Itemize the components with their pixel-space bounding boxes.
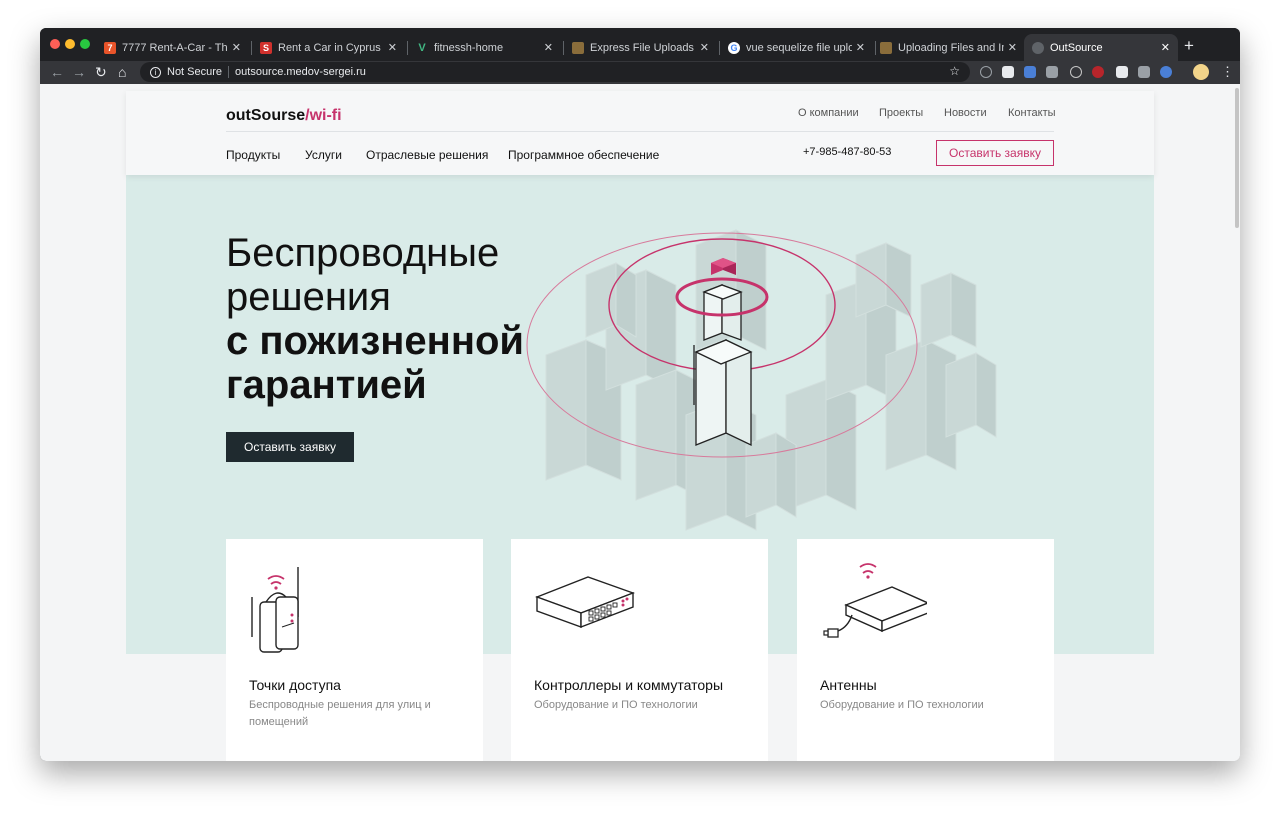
product-card[interactable]: Точки доступа Беспроводные решения для у… (226, 539, 483, 761)
browser-tab[interactable]: G vue sequelize file upload - П ✕ (720, 34, 873, 61)
hero-title-line: с пожизненной (226, 319, 525, 363)
access-point-icon (251, 567, 299, 653)
hero-request-button[interactable]: Оставить заявку (226, 432, 354, 462)
tab-close-icon[interactable]: ✕ (856, 41, 865, 54)
browser-tab[interactable]: 7 7777 Rent-A-Car - The best ✕ (96, 34, 249, 61)
tab-title: fitnessh-home (434, 41, 504, 54)
omnibox-separator (228, 66, 230, 78)
top-nav-link[interactable]: Проекты (879, 107, 923, 119)
extension-icon[interactable] (1116, 66, 1128, 78)
reload-icon[interactable]: ↻ (95, 64, 107, 80)
site-header: outSourse/wi-fi О компании Проекты Новос… (126, 91, 1154, 175)
extension-icon[interactable] (1160, 66, 1172, 78)
product-card[interactable]: Контроллеры и коммутаторы Оборудование и… (511, 539, 768, 761)
tab-close-icon[interactable]: ✕ (1008, 41, 1017, 54)
tab-close-icon[interactable]: ✕ (388, 41, 397, 54)
antenna-icon (823, 563, 927, 638)
hero-title-line: гарантией (226, 363, 427, 407)
logo-main-text: outSourse (226, 107, 306, 124)
tab-favicon-icon (880, 41, 892, 54)
profile-avatar[interactable] (1193, 64, 1209, 80)
product-card[interactable]: Антенны Оборудование и ПО технологии (797, 539, 1054, 761)
tab-favicon-icon: S (260, 41, 272, 54)
tab-close-icon[interactable]: ✕ (700, 41, 709, 54)
tab-title: Rent a Car in Cyprus - Steve (278, 41, 384, 54)
top-nav-link[interactable]: О компании (798, 107, 859, 119)
address-bar[interactable]: i Not Secure outsource.medov-sergei.ru ☆ (140, 62, 970, 82)
home-icon[interactable]: ⌂ (118, 64, 126, 80)
top-nav-link[interactable]: Новости (944, 107, 987, 119)
top-nav-link[interactable]: Контакты (1008, 107, 1056, 119)
minimize-window-icon[interactable] (65, 39, 75, 49)
scrollbar-thumb[interactable] (1235, 88, 1239, 228)
drive-icon[interactable] (1138, 66, 1150, 78)
url-text[interactable]: outsource.medov-sergei.ru (235, 66, 366, 78)
tab-favicon-icon: V (418, 41, 426, 54)
security-label: Not Secure (167, 66, 223, 78)
tab-close-icon[interactable]: ✕ (1161, 41, 1170, 54)
pocket-icon[interactable] (1002, 66, 1014, 78)
tab-title: vue sequelize file upload - П (746, 41, 852, 54)
close-window-icon[interactable] (50, 39, 60, 49)
extension-info-icon[interactable] (980, 66, 992, 78)
main-nav-link[interactable]: Отраслевые решения (366, 148, 488, 162)
browser-window: 7 7777 Rent-A-Car - The best ✕ S Rent a … (40, 28, 1240, 761)
site: Беспроводные решения с пожизненной гаран… (126, 84, 1154, 761)
page-scrollbar[interactable] (1234, 84, 1240, 761)
browser-tab[interactable]: S Rent a Car in Cyprus - Steve ✕ (252, 34, 405, 61)
tab-favicon-icon (1032, 41, 1044, 54)
switch-icon (535, 576, 635, 629)
site-logo[interactable]: outSourse/wi-fi (226, 107, 342, 125)
browser-tab[interactable]: Express File Uploads with M ✕ (564, 34, 717, 61)
main-nav-link[interactable]: Программное обеспечение (508, 148, 659, 162)
tab-bar: 7 7777 Rent-A-Car - The best ✕ S Rent a … (40, 28, 1240, 61)
back-arrow-icon[interactable]: ← (50, 64, 64, 80)
vue-devtools-icon[interactable] (1046, 66, 1058, 78)
phone-number[interactable]: +7-985-487-80-53 (803, 146, 891, 158)
browser-toolbar: ← → ↻ ⌂ i Not Secure outsource.medov-ser… (40, 61, 1240, 84)
hero-title-line: Беспроводные (226, 231, 500, 275)
react-devtools-icon[interactable] (1070, 66, 1082, 78)
main-nav-link[interactable]: Услуги (305, 148, 342, 162)
tab-close-icon[interactable]: ✕ (232, 41, 241, 54)
hero-title: Беспроводные решения с пожизненной гаран… (226, 231, 524, 407)
forward-arrow-icon[interactable]: → (72, 64, 86, 80)
menu-kebab-icon[interactable]: ⋮ (1221, 64, 1234, 80)
new-tab-icon[interactable]: + (1184, 36, 1194, 56)
ublock-icon[interactable] (1092, 66, 1104, 78)
card-title: Антенны (820, 677, 877, 693)
wireless-city-illustration (526, 229, 997, 531)
tab-title: Uploading Files and Images (898, 41, 1004, 54)
card-description: Оборудование и ПО технологии (534, 699, 698, 711)
zoom-window-icon[interactable] (80, 39, 90, 49)
tab-favicon-icon: G (728, 41, 740, 54)
card-description: Беспроводные решения для улиц и помещени… (249, 699, 431, 728)
tab-title: Express File Uploads with M (590, 41, 696, 54)
card-description: Оборудование и ПО технологии (820, 699, 984, 711)
hero-title-line: решения (226, 275, 391, 319)
card-title: Точки доступа (249, 677, 341, 693)
tab-favicon-icon (572, 41, 584, 54)
info-icon[interactable]: i (150, 66, 161, 78)
page-viewport: Беспроводные решения с пожизненной гаран… (40, 84, 1240, 761)
tab-title: 7777 Rent-A-Car - The best (122, 41, 228, 54)
browser-tab-active[interactable]: OutSource ✕ (1024, 34, 1178, 61)
header-request-button[interactable]: Оставить заявку (936, 140, 1054, 166)
tab-close-icon[interactable]: ✕ (544, 41, 553, 54)
logo-accent-text: /wi-fi (305, 107, 342, 124)
tab-title: OutSource (1050, 41, 1103, 54)
bookmark-star-icon[interactable]: ☆ (949, 64, 960, 78)
header-divider (226, 131, 1054, 132)
main-nav-link[interactable]: Продукты (226, 148, 280, 162)
translate-icon[interactable] (1024, 66, 1036, 78)
card-title: Контроллеры и коммутаторы (534, 677, 724, 693)
browser-tab[interactable]: Uploading Files and Images ✕ (872, 34, 1025, 61)
browser-tab[interactable]: V fitnessh-home ✕ (408, 34, 561, 61)
product-cards: Точки доступа Беспроводные решения для у… (226, 539, 1054, 761)
tab-favicon-icon: 7 (104, 41, 116, 54)
